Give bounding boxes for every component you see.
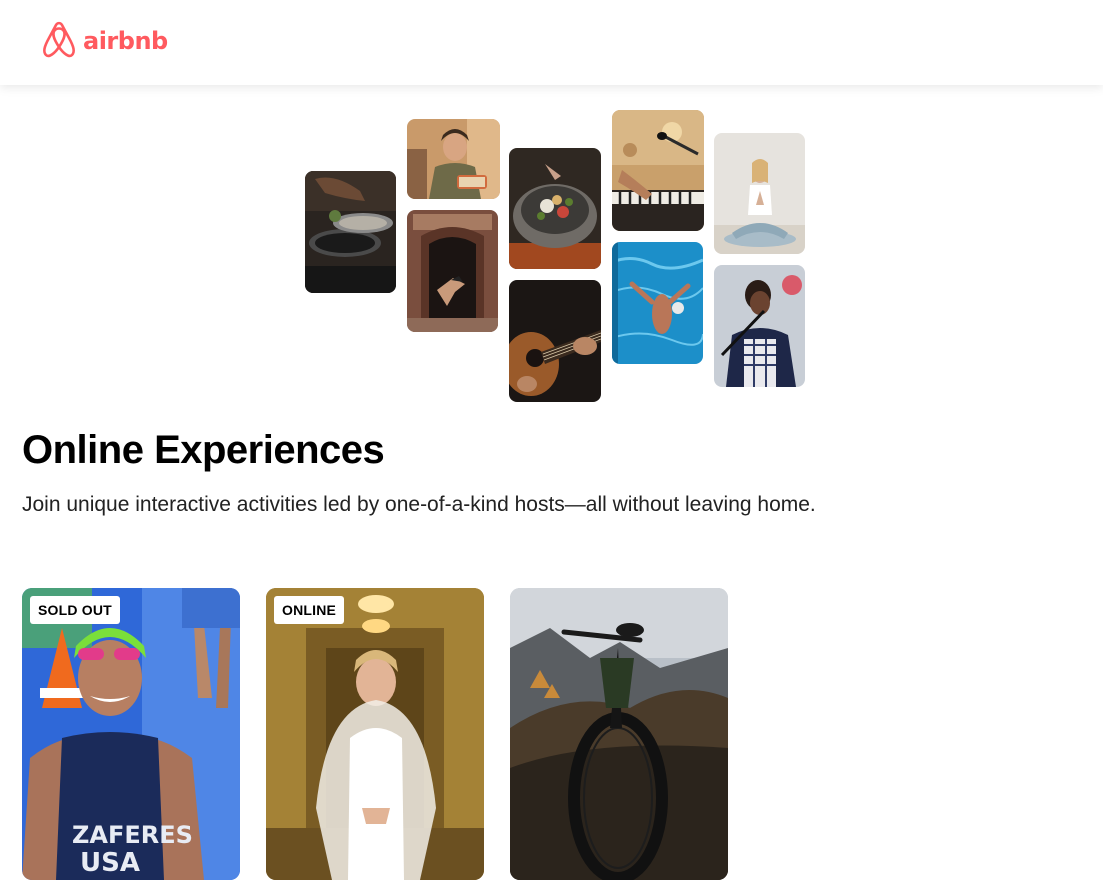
card-image-bride: [266, 588, 484, 880]
photo-swimmer-in-pool: [612, 242, 703, 364]
photo-acoustic-guitar: [509, 280, 601, 402]
photo-woman-holding-food: [407, 119, 500, 199]
svg-text:USA: USA: [80, 848, 140, 878]
page-title: Online Experiences: [22, 428, 385, 472]
status-badge: SOLD OUT: [30, 596, 120, 624]
card-image-triathlete: ZAFERES USA: [22, 588, 240, 880]
card-image-mountain-bike: [510, 588, 728, 880]
photo-singer-performing: [714, 265, 805, 387]
status-badge: ONLINE: [274, 596, 345, 624]
photo-yoga-meditation: [714, 133, 805, 254]
photo-dancer-in-doorway: [407, 210, 498, 332]
svg-text:ZAFERES: ZAFERES: [72, 821, 193, 849]
airbnb-belo-icon: [43, 21, 75, 58]
photo-cooking-pans: [305, 171, 396, 293]
navbar: airbnb: [0, 0, 1103, 85]
experience-card[interactable]: ZAFERES USA SOLD OUT: [22, 588, 240, 880]
experience-card[interactable]: ONLINE: [266, 588, 484, 880]
page-subtitle: Join unique interactive activities led b…: [22, 493, 816, 516]
airbnb-logo[interactable]: airbnb: [41, 21, 168, 61]
photo-bowl-of-food: [509, 148, 601, 269]
experience-card[interactable]: [510, 588, 728, 880]
logo-text: airbnb: [83, 27, 168, 55]
photo-piano-microphone: [612, 110, 704, 231]
